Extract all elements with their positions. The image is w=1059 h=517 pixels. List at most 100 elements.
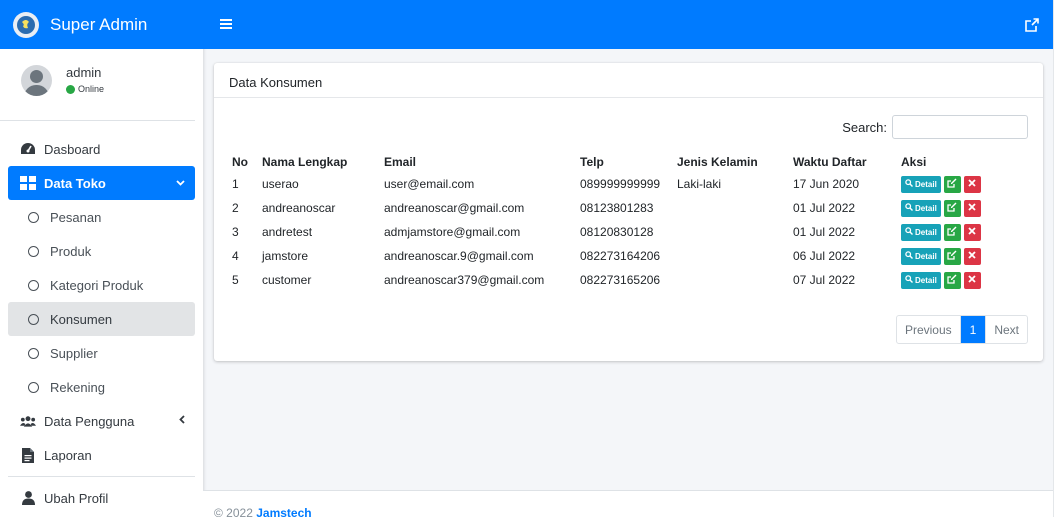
delete-button[interactable] xyxy=(963,199,981,217)
sidebar-item-data-toko[interactable]: Data Toko xyxy=(8,166,195,200)
cell-nama: jamstore xyxy=(262,249,309,263)
cell-telp: 082273165206 xyxy=(580,273,661,287)
sidebar-subitem-supplier[interactable]: Supplier xyxy=(8,336,195,370)
edit-button[interactable] xyxy=(943,199,961,217)
action-group: Detail xyxy=(901,175,1021,193)
detail-button[interactable]: Detail xyxy=(901,271,941,289)
brand-link[interactable]: Super Admin xyxy=(0,0,203,49)
cell-jenis-kelamin xyxy=(677,220,793,244)
cell-aksi: Detail xyxy=(901,244,1021,268)
delete-button[interactable] xyxy=(963,247,981,265)
edit-button[interactable] xyxy=(943,175,961,193)
cell-email: user@email.com xyxy=(384,177,475,191)
brand-title: Super Admin xyxy=(50,14,148,34)
column-header-no[interactable]: No xyxy=(225,151,262,172)
circle-icon xyxy=(28,347,39,359)
pagination-page-1[interactable]: 1 xyxy=(960,316,986,343)
users-icon xyxy=(20,413,36,429)
sidebar-item-data-pengguna[interactable]: Data Pengguna xyxy=(8,404,195,438)
sidebar-item-label: Ubah Profil xyxy=(44,490,109,506)
column-header-nama[interactable]: Nama Lengkap xyxy=(262,151,384,172)
circle-icon xyxy=(28,211,39,223)
status-dot-icon xyxy=(66,84,75,94)
column-header-jenis-kelamin[interactable]: Jenis Kelamin xyxy=(677,151,793,172)
cell-jenis-kelamin xyxy=(677,268,793,292)
cell-no: 4 xyxy=(232,249,239,263)
detail-button-label: Detail xyxy=(915,275,937,285)
edit-icon xyxy=(947,225,957,239)
column-header-aksi: Aksi xyxy=(901,154,927,169)
avatar[interactable] xyxy=(21,65,52,96)
detail-button[interactable]: Detail xyxy=(901,199,941,217)
close-icon xyxy=(968,202,976,214)
detail-button-label: Detail xyxy=(915,227,937,237)
sidebar-subitem-produk[interactable]: Produk xyxy=(8,234,195,268)
cell-nama: customer xyxy=(262,273,312,287)
column-header-email[interactable]: Email xyxy=(384,151,580,172)
sidebar-item-dasboard[interactable]: Dasboard xyxy=(8,132,195,166)
sidebar-subitem-pesanan[interactable]: Pesanan xyxy=(8,200,195,234)
sidebar-subitem-label: Pesanan xyxy=(50,209,102,225)
column-header-telp[interactable]: Telp xyxy=(580,151,677,172)
search-input[interactable] xyxy=(892,115,1028,139)
sidebar-subitem-label: Rekening xyxy=(50,379,105,395)
footer-brand-link[interactable]: Jamstech xyxy=(256,506,311,517)
cell-telp: 089999999999 xyxy=(580,177,661,191)
delete-button[interactable] xyxy=(963,271,981,289)
cell-jenis-kelamin: Laki-laki xyxy=(677,177,722,191)
sidebar-subitem-rekening[interactable]: Rekening xyxy=(8,370,195,404)
edit-button[interactable] xyxy=(943,247,961,265)
cell-email: andreanoscar@gmail.com xyxy=(384,201,525,215)
action-group: Detail xyxy=(901,199,1021,217)
detail-button[interactable]: Detail xyxy=(901,223,941,241)
table-row: 4 jamstore andreanoscar.9@gmail.com 0822731… xyxy=(225,244,1021,268)
user-status: Online xyxy=(66,84,104,94)
sidebar-item-label: Data Pengguna xyxy=(44,413,135,429)
table-icon xyxy=(20,175,36,191)
cell-telp: 082273164206 xyxy=(580,249,661,263)
sidebar-subitem-konsumen[interactable]: Konsumen xyxy=(8,302,195,336)
cell-nama: userao xyxy=(262,177,299,191)
sidebar-item-laporan[interactable]: Laporan xyxy=(8,438,195,472)
column-header-waktu-daftar[interactable]: Waktu Daftar xyxy=(793,151,901,172)
pagination-next[interactable]: Next xyxy=(985,316,1027,343)
cell-aksi: Detail xyxy=(901,172,1021,196)
user-icon xyxy=(20,490,36,506)
search-icon xyxy=(905,203,913,213)
cell-nama: andreanoscar xyxy=(262,201,336,215)
cell-waktu-daftar: 07 Jul 2022 xyxy=(793,273,856,287)
card-title: Data Konsumen xyxy=(214,63,1043,98)
search-icon xyxy=(905,275,913,285)
pagination: Previous 1 Next xyxy=(895,315,1028,344)
cell-telp: 08120830128 xyxy=(580,225,654,239)
circle-icon xyxy=(28,279,39,291)
detail-button[interactable]: Detail xyxy=(901,247,941,265)
table-row: 5 customer andreanoscar379@gmail.com 082273… xyxy=(225,268,1021,292)
sidebar-subitem-label: Konsumen xyxy=(50,311,113,327)
cell-jenis-kelamin xyxy=(677,244,793,268)
sidebar-subitem-kategori-produk[interactable]: Kategori Produk xyxy=(8,268,195,302)
delete-button[interactable] xyxy=(963,175,981,193)
edit-button[interactable] xyxy=(943,271,961,289)
cell-no: 2 xyxy=(232,201,239,215)
chevron-left-icon xyxy=(179,415,185,427)
edit-button[interactable] xyxy=(943,223,961,241)
sidebar-item-ubah-profil[interactable]: Ubah Profil xyxy=(8,481,195,515)
edit-icon xyxy=(947,177,957,191)
brand-logo-icon xyxy=(13,11,39,38)
detail-button-label: Detail xyxy=(915,203,937,213)
hamburger-menu-icon[interactable] xyxy=(220,16,232,33)
external-link-icon[interactable] xyxy=(1025,17,1039,32)
top-navbar xyxy=(203,0,1053,49)
user-name[interactable]: admin xyxy=(66,65,104,80)
search-icon xyxy=(905,227,913,237)
detail-button[interactable]: Detail xyxy=(901,175,941,193)
pagination-previous[interactable]: Previous xyxy=(897,316,961,343)
close-icon xyxy=(968,178,976,190)
sidebar-subitem-label: Kategori Produk xyxy=(50,277,144,293)
table-row: 2 andreanoscar andreanoscar@gmail.com 08123… xyxy=(225,196,1021,220)
scrollbar[interactable] xyxy=(1053,0,1059,517)
cell-waktu-daftar: 01 Jul 2022 xyxy=(793,225,856,239)
delete-button[interactable] xyxy=(963,223,981,241)
table-header-row: No Nama Lengkap Email Telp Jenis Kelamin… xyxy=(225,151,1021,172)
